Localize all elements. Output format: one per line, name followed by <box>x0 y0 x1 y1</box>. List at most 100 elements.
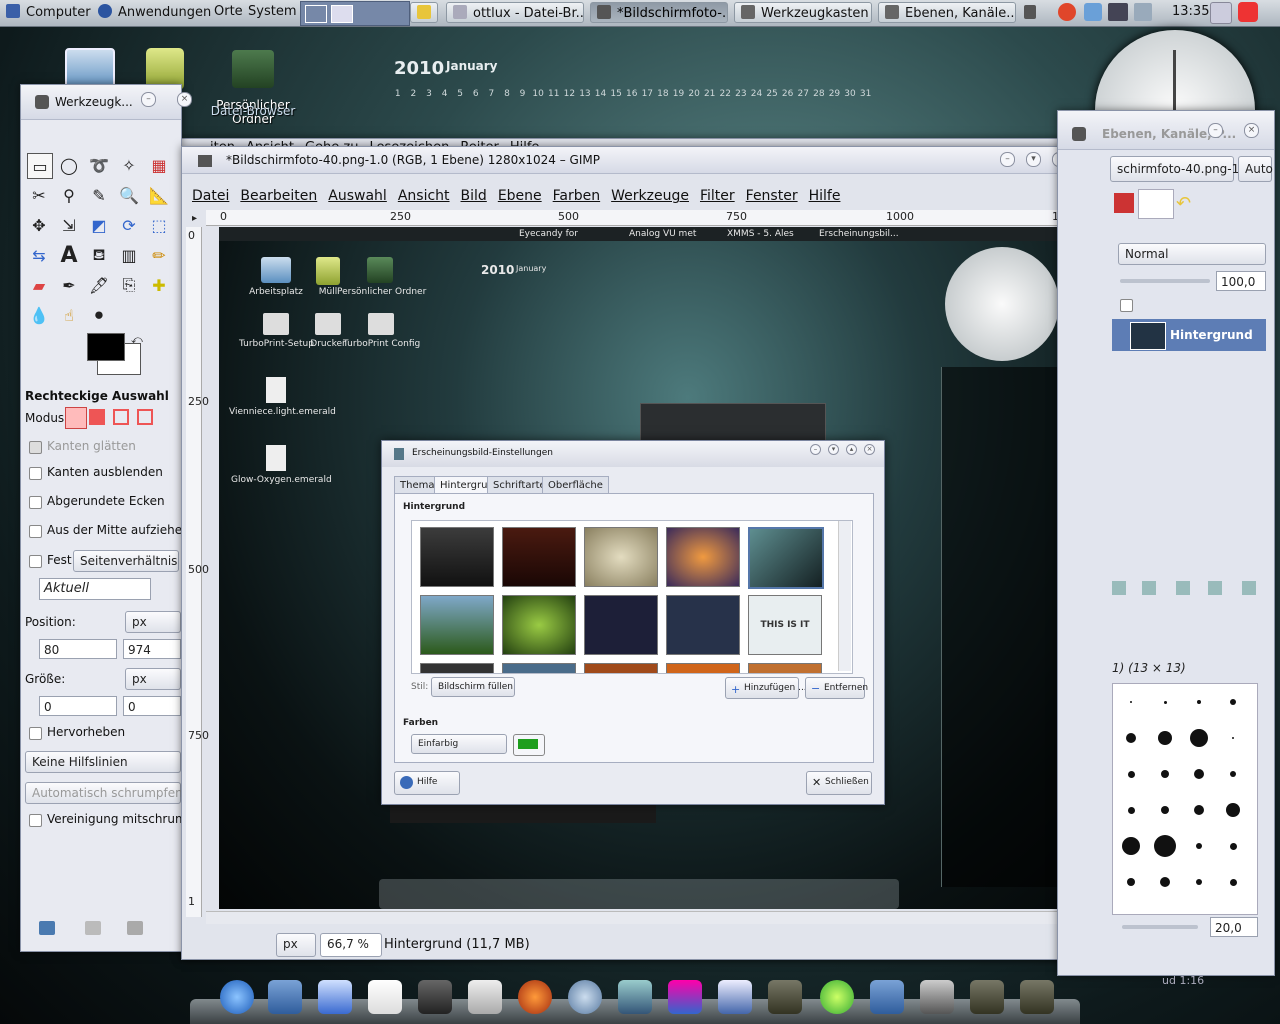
menu-select[interactable]: Auswahl <box>328 188 387 204</box>
guides-dropdown[interactable]: Keine Hilfslinien <box>25 751 181 773</box>
paths-tool[interactable]: ✎ <box>87 183 111 207</box>
menu-filters[interactable]: Filter <box>700 188 735 204</box>
menu-colors[interactable]: Farben <box>553 188 600 204</box>
menu-layer[interactable]: Ebene <box>498 188 542 204</box>
image-selector[interactable]: schirmfoto-40.png-1 <box>1110 156 1239 182</box>
airbrush-tool[interactable]: ✒ <box>57 273 81 297</box>
text-tool[interactable]: A <box>57 243 81 268</box>
horizontal-ruler[interactable]: 0 250 500 750 1000 1250 <box>206 210 1088 226</box>
blur-tool[interactable]: 💧 <box>27 303 51 327</box>
task-layers[interactable]: Ebenen, Kanäle... <box>878 2 1016 23</box>
menu-windows[interactable]: Fenster <box>746 188 798 204</box>
dock-editor-icon[interactable] <box>368 980 402 1014</box>
shade-button[interactable]: ▾ <box>828 444 839 455</box>
dock-chat-icon[interactable] <box>820 980 854 1014</box>
brush-preset[interactable] <box>1196 879 1202 885</box>
delete-layer-icon[interactable] <box>1242 581 1256 595</box>
wallpaper-thumb[interactable] <box>666 527 740 587</box>
close-button[interactable]: × <box>1244 123 1259 138</box>
brushes-tab-icon[interactable] <box>1114 193 1134 213</box>
style-dropdown[interactable]: Bildschirm füllen <box>431 677 515 697</box>
wallpaper-thumb[interactable] <box>502 663 576 673</box>
scale-tool[interactable]: ⬚ <box>147 213 171 237</box>
brush-preset[interactable] <box>1196 843 1202 849</box>
unit-dropdown[interactable]: px <box>276 933 316 957</box>
workspace-2[interactable] <box>331 5 353 23</box>
task-file-browser[interactable]: ottlux - Datei-Br... <box>446 2 584 23</box>
raise-layer-icon[interactable] <box>1112 581 1126 595</box>
brush-preset[interactable] <box>1161 770 1169 778</box>
flip-tool[interactable]: ⇆ <box>27 243 51 267</box>
task-toolbox[interactable]: Werkzeugkasten <box>734 2 872 23</box>
wallpaper-thumb[interactable] <box>420 595 494 655</box>
minimize-button[interactable]: – <box>1208 123 1223 138</box>
crop-tool[interactable]: ◩ <box>87 213 111 237</box>
brush-preset[interactable] <box>1229 842 1237 850</box>
mode-subtract-button[interactable] <box>113 409 129 425</box>
position-x-field[interactable]: 80 <box>39 639 117 659</box>
size-w-field[interactable]: 0 <box>39 696 117 716</box>
measure-tool[interactable]: 📐 <box>147 183 171 207</box>
fixed-mode-dropdown[interactable]: Seitenverhältnis <box>73 550 179 572</box>
bucket-fill-tool[interactable]: ⛾ <box>87 243 111 267</box>
wallpaper-thumb[interactable] <box>666 595 740 655</box>
wallpaper-thumb[interactable] <box>584 527 658 587</box>
aspect-current-field[interactable]: Aktuell <box>39 578 151 600</box>
clock[interactable]: 13:35 <box>1172 4 1209 19</box>
brush-preset[interactable] <box>1230 771 1236 777</box>
clone-tool[interactable]: ⎘ <box>117 273 141 297</box>
opacity-slider[interactable] <box>1120 279 1210 283</box>
desktop-label-file-browser[interactable]: Datei-Browser <box>198 104 308 118</box>
screenshot-icon[interactable] <box>1210 2 1232 24</box>
wallpaper-thumb[interactable] <box>420 527 494 587</box>
brush-preset[interactable] <box>1194 769 1204 779</box>
spacing-field[interactable]: 20,0 <box>1210 917 1258 937</box>
quick-mask-menu-icon[interactable]: ▸ <box>192 213 197 224</box>
menu-image[interactable]: Bild <box>461 188 487 204</box>
volume-icon[interactable] <box>1024 5 1036 19</box>
display-icon[interactable] <box>1108 3 1128 21</box>
image-window-titlebar[interactable]: *Bildschirmfoto-40.png-1.0 (RGB, 1 Ebene… <box>182 147 1110 174</box>
layer-row[interactable]: Hintergrund <box>1112 319 1266 351</box>
from-center-checkbox[interactable] <box>29 525 42 538</box>
dock-media-icon[interactable] <box>568 980 602 1014</box>
wallpaper-thumb[interactable] <box>502 527 576 587</box>
smudge-tool[interactable]: ☝ <box>57 303 81 327</box>
brush-preset[interactable] <box>1229 878 1237 886</box>
brush-preset[interactable] <box>1122 837 1140 855</box>
system-menu[interactable]: System <box>248 4 296 19</box>
layers-titlebar[interactable]: Ebenen, Kanäle, P... – × <box>1058 111 1274 150</box>
undo-tab-icon[interactable]: ↶ <box>1176 193 1200 214</box>
ellipse-select-tool[interactable]: ◯ <box>57 153 81 177</box>
brush-preset[interactable] <box>1127 806 1135 814</box>
close-button[interactable]: × <box>177 92 192 107</box>
dock-mail-icon[interactable] <box>318 980 352 1014</box>
fixed-checkbox[interactable] <box>29 555 42 568</box>
brush-preset[interactable] <box>1194 805 1204 815</box>
dialog-titlebar[interactable]: Erscheinungsbild-Einstellungen – ▾ ▴ × <box>382 441 884 467</box>
menu-tools[interactable]: Werkzeuge <box>611 188 689 204</box>
notes-launcher[interactable] <box>410 2 438 23</box>
brush-preset[interactable] <box>1226 803 1240 817</box>
anchor-layer-icon[interactable] <box>1208 581 1222 595</box>
menu-view[interactable]: Ansicht <box>398 188 450 204</box>
color-button[interactable] <box>513 734 545 756</box>
toolbox-titlebar[interactable]: Werkzeugk... – × <box>21 85 192 120</box>
mode-add-button[interactable] <box>89 409 105 425</box>
highlight-checkbox[interactable] <box>29 727 42 740</box>
zoom-dropdown[interactable]: 66,7 % <box>320 933 382 957</box>
auto-button[interactable]: Auto <box>1238 156 1273 182</box>
brush-preset[interactable] <box>1161 806 1169 814</box>
brush-preset[interactable] <box>1126 733 1136 743</box>
wallpaper-thumb-selected[interactable] <box>748 527 824 589</box>
fuzzy-select-tool[interactable]: ✧ <box>117 153 141 177</box>
color-select-tool[interactable]: ▦ <box>147 153 171 177</box>
task-gimp-image[interactable]: *Bildschirmfoto-... <box>590 2 728 23</box>
dock-gimp3-icon[interactable] <box>1020 980 1054 1014</box>
brush-preset[interactable] <box>1154 835 1176 857</box>
applications-menu[interactable]: Anwendungen <box>98 4 211 20</box>
zoom-tool[interactable]: 🔍 <box>117 183 141 207</box>
delete-options-icon[interactable] <box>127 921 143 935</box>
rect-select-tool[interactable]: ▭ <box>27 153 53 179</box>
spacing-slider[interactable] <box>1122 925 1198 929</box>
